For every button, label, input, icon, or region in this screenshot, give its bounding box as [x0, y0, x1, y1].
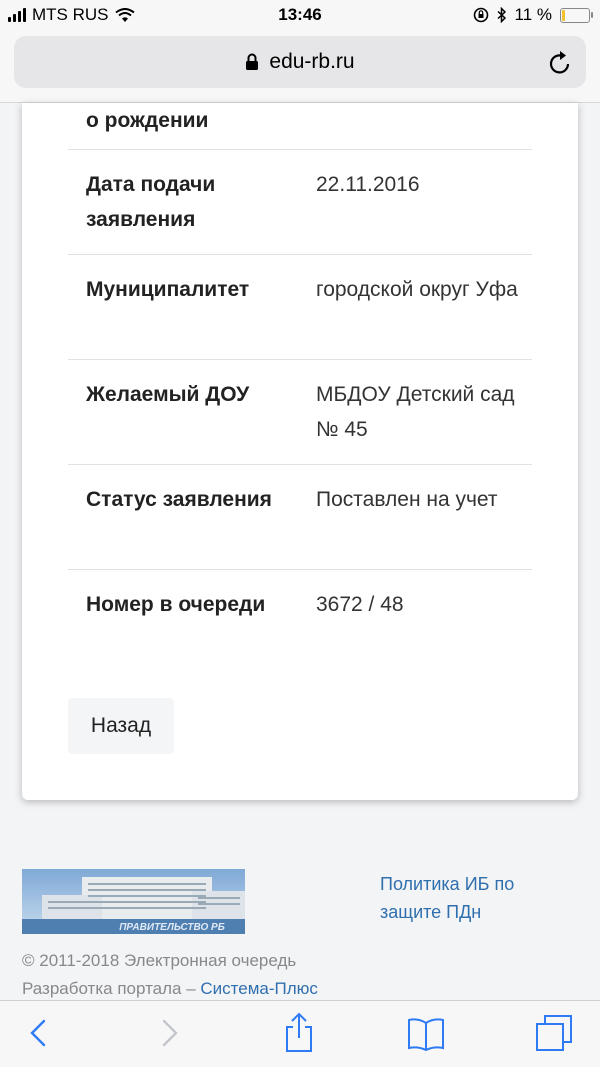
battery-level [562, 9, 565, 21]
tabs-icon[interactable] [534, 1013, 574, 1053]
detail-row-status: Статус заявления Поставлен на учет [68, 464, 532, 569]
detail-row-kindergarten: Желаемый ДОУ МБДОУ Детский сад № 45 [68, 359, 532, 464]
rotation-lock-icon [473, 7, 488, 23]
reload-icon[interactable] [548, 49, 572, 75]
battery-icon [560, 7, 593, 23]
address-bar[interactable]: edu-rb.ru [14, 36, 586, 88]
row-label: Желаемый ДОУ [86, 383, 250, 406]
detail-row-submission-date: Дата подачи заявления 22.11.2016 [68, 149, 532, 254]
browser-toolbar [0, 1000, 600, 1067]
developer-link[interactable]: Система-Плюс [200, 979, 318, 998]
forward-icon[interactable] [158, 1015, 182, 1051]
partial-field-label: о рождении [86, 109, 209, 132]
status-bar: MTS RUS 13:46 11 % [0, 0, 600, 32]
privacy-policy-link[interactable]: Политика ИБ по защите ПДн [380, 870, 560, 926]
back-icon[interactable] [26, 1015, 50, 1051]
lock-icon [246, 53, 259, 71]
share-icon[interactable] [282, 1011, 316, 1053]
row-label: Дата подачи заявления [86, 173, 216, 231]
bluetooth-icon [496, 7, 506, 23]
svg-text:ПРАВИТЕЛЬСТВО РБ: ПРАВИТЕЛЬСТВО РБ [119, 922, 225, 933]
row-label: Муниципалитет [86, 278, 250, 301]
browser-chrome: edu-rb.ru [0, 32, 600, 103]
government-logo[interactable]: ПРАВИТЕЛЬСТВО РБ [22, 869, 245, 934]
row-value: 3672 / 48 [316, 593, 404, 616]
developer-prefix: Разработка портала – [22, 979, 201, 998]
detail-row-queue-number: Номер в очереди 3672 / 48 [68, 569, 532, 674]
logo-text: ПРАВИТЕЛЬСТВО РБ [119, 922, 225, 933]
copyright-text: © 2011-2018 Электронная очередь [22, 951, 297, 970]
application-details-card: о рождении Дата подачи заявления 22.11.2… [22, 103, 578, 800]
row-label: Статус заявления [86, 488, 272, 511]
row-value: МБДОУ Детский сад № 45 [316, 383, 515, 441]
bookmarks-icon[interactable] [406, 1017, 446, 1051]
row-value: 22.11.2016 [316, 173, 420, 196]
row-value: Поставлен на учет [316, 488, 498, 511]
battery-percent: 11 % [514, 5, 553, 24]
detail-row-municipality: Муниципалитет городской округ Уфа [68, 254, 532, 359]
url-text: edu-rb.ru [269, 50, 355, 73]
row-value: городской округ Уфа [316, 278, 518, 301]
row-label: Номер в очереди [86, 593, 266, 616]
developer-credit: Разработка портала – Система-Плюс [22, 979, 318, 999]
back-button[interactable]: Назад [68, 698, 174, 754]
